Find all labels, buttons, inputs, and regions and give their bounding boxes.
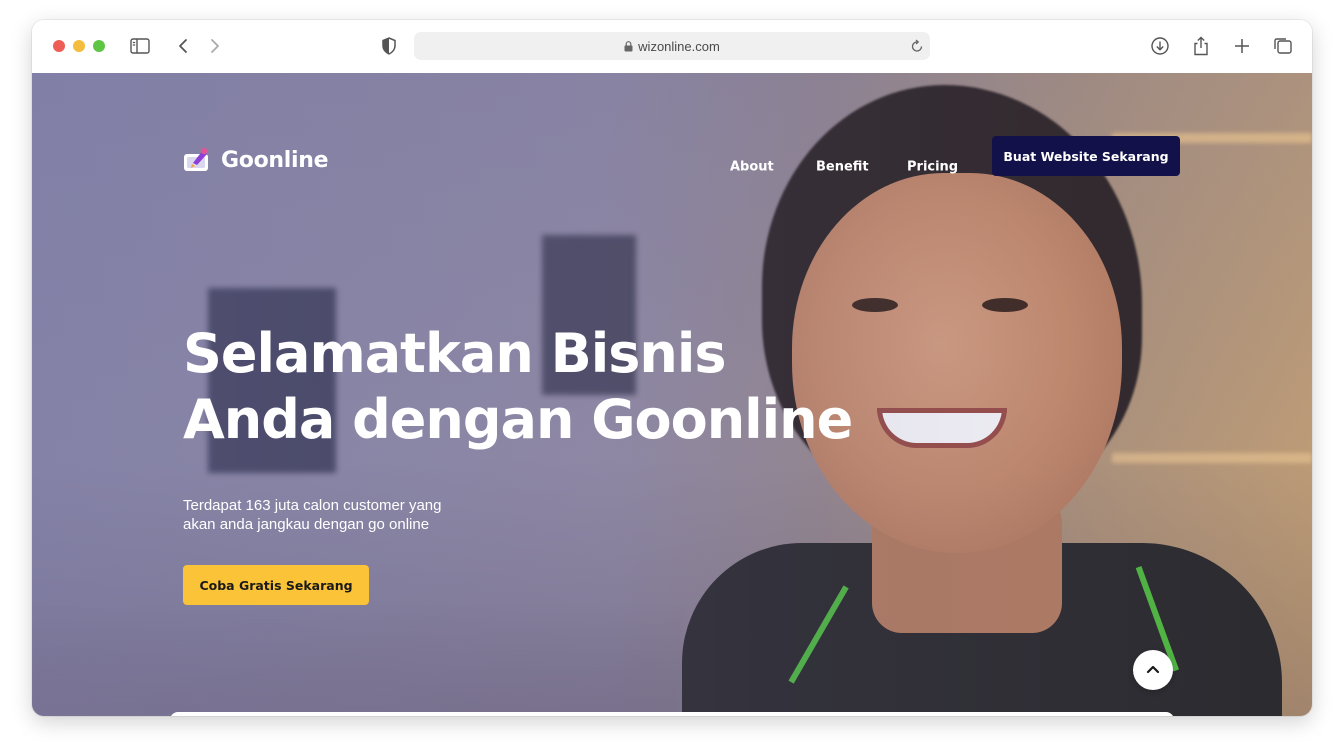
url-text: wizonline.com bbox=[638, 38, 720, 54]
lock-icon bbox=[624, 40, 633, 52]
zoom-window-button[interactable] bbox=[93, 40, 105, 52]
hero-headline: Selamatkan Bisnis Anda dengan Goonline bbox=[183, 321, 853, 453]
new-tab-icon[interactable] bbox=[1230, 34, 1254, 58]
scroll-to-top-button[interactable] bbox=[1133, 650, 1173, 690]
address-bar[interactable]: wizonline.com bbox=[414, 32, 930, 60]
reload-icon[interactable] bbox=[911, 39, 924, 58]
share-icon[interactable] bbox=[1189, 34, 1213, 58]
logo-icon bbox=[183, 147, 211, 173]
minimize-window-button[interactable] bbox=[73, 40, 85, 52]
sidebar-icon[interactable] bbox=[128, 34, 152, 58]
back-icon[interactable] bbox=[171, 34, 195, 58]
chevron-up-icon bbox=[1146, 661, 1160, 679]
hero-subtext-line: Terdapat 163 juta calon customer yang bbox=[183, 497, 442, 514]
next-section-edge bbox=[170, 712, 1174, 716]
tabs-overview-icon[interactable] bbox=[1271, 34, 1295, 58]
nav-pricing-link[interactable]: Pricing bbox=[907, 160, 958, 175]
try-free-button[interactable]: Coba Gratis Sekarang bbox=[183, 565, 369, 605]
brand-name: Goonline bbox=[221, 147, 329, 173]
hero-section: Goonline About Benefit Pricing Buat Webs… bbox=[32, 73, 1312, 716]
hero-headline-line: Anda dengan Goonline bbox=[183, 388, 853, 451]
site-logo[interactable]: Goonline bbox=[183, 145, 329, 175]
create-website-button[interactable]: Buat Website Sekarang bbox=[992, 136, 1180, 176]
browser-window: wizonline.com Goonline About Benefit Pri… bbox=[32, 20, 1312, 716]
hero-headline-line: Selamatkan Bisnis bbox=[183, 322, 727, 385]
browser-toolbar: wizonline.com bbox=[32, 20, 1312, 73]
nav-about-link[interactable]: About bbox=[730, 160, 774, 175]
hero-subtext: Terdapat 163 juta calon customer yang ak… bbox=[183, 496, 503, 534]
hero-subtext-line: akan anda jangkau dengan go online bbox=[183, 516, 430, 533]
download-icon[interactable] bbox=[1148, 34, 1172, 58]
forward-icon[interactable] bbox=[203, 34, 227, 58]
shield-icon[interactable] bbox=[377, 34, 401, 58]
close-window-button[interactable] bbox=[53, 40, 65, 52]
nav-benefit-link[interactable]: Benefit bbox=[816, 160, 869, 175]
